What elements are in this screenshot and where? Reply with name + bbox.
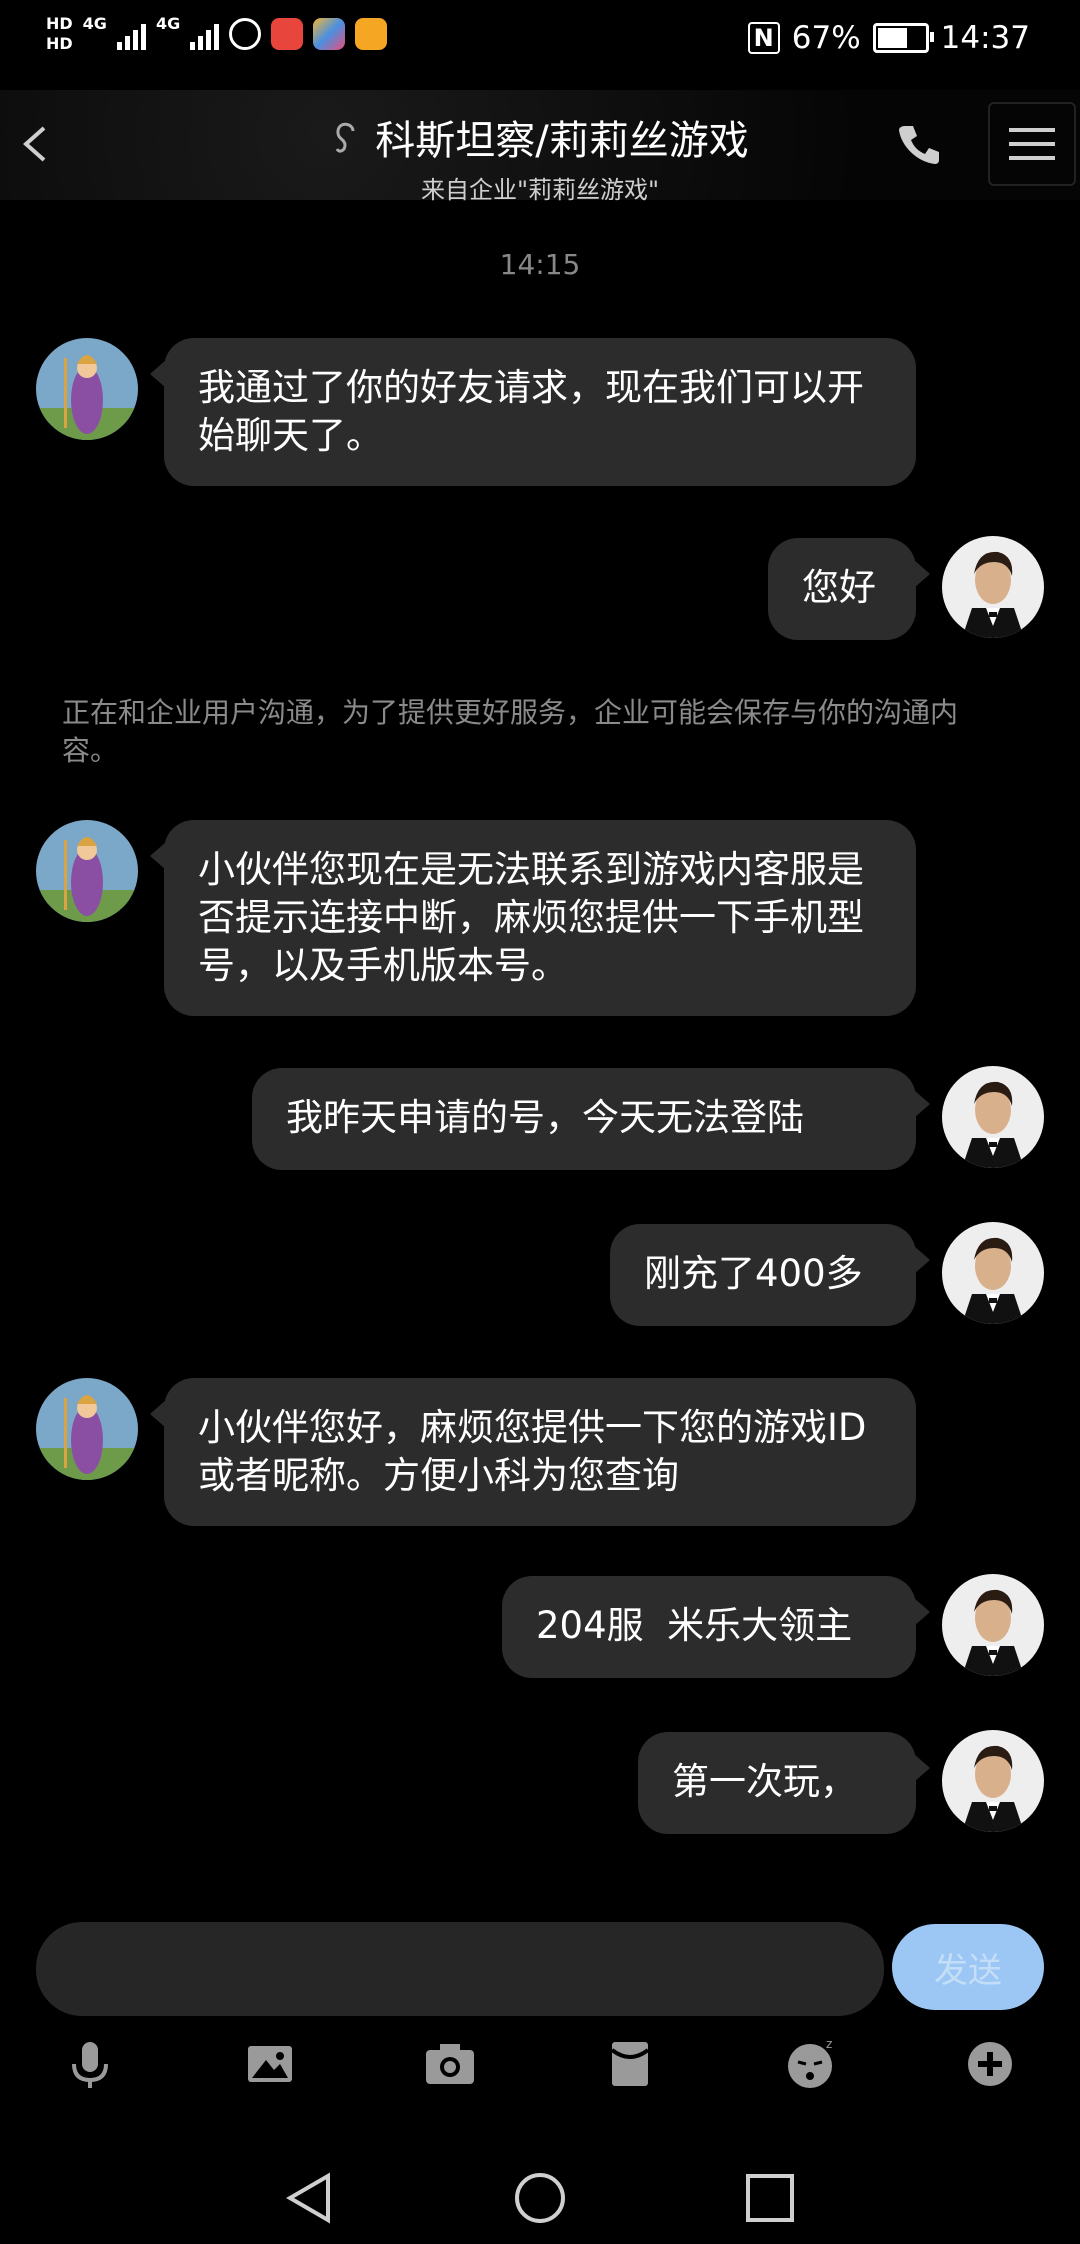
agent-avatar[interactable] [36, 820, 138, 922]
user-avatar[interactable] [942, 1730, 1044, 1832]
red-packet-icon[interactable] [602, 2036, 658, 2092]
chat-title: 科斯坦察/莉莉丝游戏 [375, 118, 749, 164]
hd-indicator: HD HD [46, 14, 73, 53]
message-timestamp: 14:15 [499, 248, 581, 281]
status-bar: HD HD 4G 4G N 67% 14:37 [0, 0, 1080, 86]
message-input[interactable] [36, 1922, 884, 2016]
message-bubble[interactable]: 第一次玩， [638, 1732, 930, 1834]
send-button[interactable]: 发送 [892, 1924, 1044, 2010]
nav-home-button[interactable] [512, 2170, 568, 2230]
paint-app-icon [313, 18, 346, 50]
emoji-icon[interactable]: z [782, 2036, 838, 2092]
user-avatar[interactable] [942, 536, 1044, 638]
microphone-icon[interactable] [62, 2036, 118, 2092]
phone-icon [899, 126, 939, 164]
video-app-icon [355, 18, 388, 50]
call-button[interactable] [895, 120, 943, 168]
message-bubble[interactable]: 小伙伴您现在是无法联系到游戏内客服是否提示连接中断，麻烦您提供一下手机型号，以及… [150, 820, 916, 1016]
user-avatar[interactable] [942, 1574, 1044, 1676]
hand-app-icon [229, 18, 262, 50]
user-avatar[interactable] [942, 1222, 1044, 1324]
composer-toolbar: z [0, 2030, 1080, 2100]
user-avatar[interactable] [942, 1066, 1044, 1168]
nav-recents-button[interactable] [742, 2170, 798, 2230]
network-type-2: 4G [155, 14, 181, 33]
signal-icon [116, 18, 146, 50]
network-type-1: 4G [82, 14, 107, 33]
chat-header: 科斯坦察/莉莉丝游戏 来自企业"莉莉丝游戏" [0, 90, 1080, 204]
battery-icon [872, 23, 934, 53]
message-bubble[interactable]: 我昨天申请的号，今天无法登陆 [252, 1068, 930, 1170]
svg-text:z: z [826, 2037, 832, 2051]
ear-icon[interactable] [331, 117, 361, 157]
nav-back-button[interactable] [282, 2170, 338, 2230]
message-bubble[interactable]: 我通过了你的好友请求，现在我们可以开始聊天了。 [150, 338, 916, 486]
signal-icon-2 [190, 18, 220, 50]
camera-icon[interactable] [422, 2036, 478, 2092]
plus-icon[interactable] [962, 2036, 1018, 2092]
chat-subtitle: 来自企业"莉莉丝游戏" [420, 176, 660, 204]
battery-percent: 67% [791, 20, 861, 56]
nfc-icon: N [747, 22, 780, 54]
clock: 14:37 [940, 20, 1030, 56]
menu-button[interactable] [988, 102, 1076, 186]
square-recents-icon [746, 2174, 794, 2222]
book-app-icon [271, 18, 304, 50]
enterprise-notice: 正在和企业用户沟通，为了提供更好服务，企业可能会保存与你的沟通内容。 [62, 696, 959, 767]
system-nav-bar [0, 2150, 1080, 2244]
circle-home-icon [515, 2173, 565, 2223]
message-bubble[interactable]: 小伙伴您好，麻烦您提供一下您的游戏ID或者昵称。方便小科为您查询 [150, 1378, 916, 1526]
triangle-back-icon [286, 2172, 330, 2224]
agent-avatar[interactable] [36, 1378, 138, 1480]
message-bubble[interactable]: 204服 米乐大领主 [502, 1576, 930, 1678]
menu-icon [1009, 128, 1055, 160]
message-bubble[interactable]: 您好 [768, 538, 930, 640]
image-icon[interactable] [242, 2036, 298, 2092]
message-bubble[interactable]: 刚充了400多 [610, 1224, 930, 1326]
agent-avatar[interactable] [36, 338, 138, 440]
